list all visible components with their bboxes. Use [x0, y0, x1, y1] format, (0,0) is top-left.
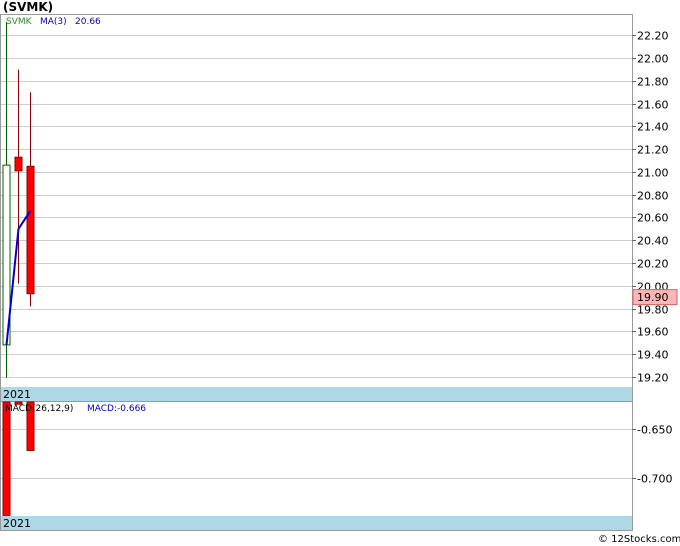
- price-y-axis: 19.2019.4019.6019.8020.0020.2020.4020.60…: [632, 30, 669, 385]
- price-tick-label: 21.60: [637, 99, 669, 112]
- price-grid: [1, 35, 632, 378]
- price-tick-label: 21.00: [637, 167, 669, 180]
- price-panel-frame: [0, 14, 633, 402]
- price-tick-label: 19.80: [637, 304, 669, 317]
- macd-y-axis: -0.650 -0.700: [632, 424, 672, 486]
- price-tick-label: 20.20: [637, 258, 669, 271]
- price-tick-label: 19.40: [637, 349, 669, 362]
- price-tick-label: 20.40: [637, 235, 669, 248]
- price-tick-label: 20.60: [637, 212, 669, 225]
- macd-tick-label: -0.650: [637, 424, 672, 437]
- legend-symbol: SVMK: [6, 17, 33, 27]
- legend-ma-value: 20.66: [75, 17, 101, 27]
- price-tick-label: 20.80: [637, 190, 669, 203]
- macd-panel-frame: [0, 401, 633, 531]
- macd-bar: [2, 401, 11, 517]
- price-tick-label: 22.00: [637, 53, 669, 66]
- last-price-tag-label: 19.90: [637, 291, 669, 304]
- price-year-band: [1, 387, 632, 401]
- footer-credit: © 12Stocks.com: [598, 534, 680, 545]
- legend-macd-value: MACD:-0.666: [87, 404, 146, 414]
- macd-grid: [1, 429, 632, 479]
- price-tick-label: 22.20: [637, 30, 669, 43]
- price-tick-label: 19.60: [637, 326, 669, 339]
- candle-body: [26, 165, 35, 295]
- price-tick-label: 21.40: [637, 121, 669, 134]
- macd-year-label: 2021: [3, 517, 31, 530]
- legend-macd-label: MACD(26,12,9): [5, 404, 73, 414]
- price-tick-label: 21.80: [637, 76, 669, 89]
- macd-tick-label: -0.700: [637, 473, 672, 486]
- price-tick-label: 19.20: [637, 372, 669, 385]
- price-year-label: 2021: [3, 388, 31, 401]
- candle-body: [14, 156, 23, 172]
- stock-chart: (SVMK) 19.2019.4019.6019.8020.0020.2020.…: [0, 0, 680, 545]
- chart-title: (SVMK): [3, 0, 53, 14]
- macd-year-band: [1, 516, 632, 530]
- candle: [26, 92, 35, 307]
- legend-ma-label: MA(3): [40, 17, 67, 27]
- price-tick-label: 21.20: [637, 144, 669, 157]
- last-price-tag: 19.90: [632, 289, 678, 306]
- macd-bar-series: [2, 401, 35, 517]
